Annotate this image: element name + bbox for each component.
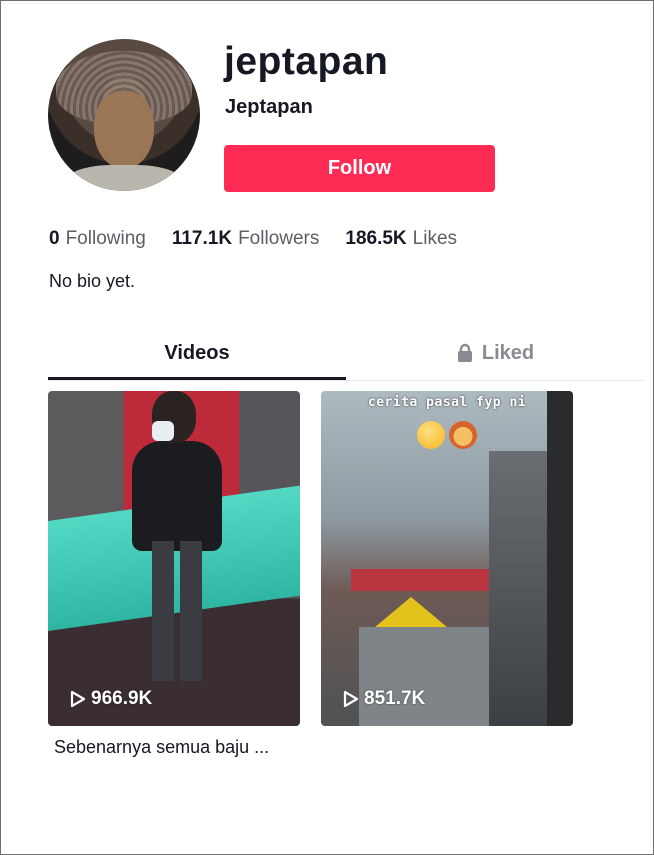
dizzy-face-emoji <box>417 421 445 449</box>
person-jacket <box>132 441 222 551</box>
stat-likes-value: 186.5K <box>345 228 407 249</box>
video-card[interactable]: 966.9K <box>48 391 300 726</box>
person-legs <box>152 541 202 681</box>
view-count: 966.9K <box>70 688 152 710</box>
person-mask <box>152 421 174 441</box>
view-count-value: 851.7K <box>364 688 426 709</box>
play-icon <box>343 690 359 708</box>
emoji-row <box>417 421 477 449</box>
lock-icon <box>457 343 472 362</box>
stat-followers-label: Followers <box>238 228 320 249</box>
username: jeptapan <box>224 40 389 83</box>
stat-following-value: 0 <box>49 228 60 249</box>
follow-button[interactable]: Follow <box>224 145 495 192</box>
avatar-shirt <box>66 165 182 191</box>
thumbnail-building-low <box>359 627 489 726</box>
stat-likes: 186.5K Likes <box>345 228 457 250</box>
thumbnail-triangle <box>375 597 447 627</box>
thumbnail-building <box>489 451 549 726</box>
stat-following-label: Following <box>65 228 146 249</box>
profile-tabs: Videos Liked <box>48 334 644 381</box>
profile-stats: 0 Following 117.1K Followers 186.5K Like… <box>49 228 457 250</box>
video-overlay-text: cerita pasal fyp ni <box>367 395 527 410</box>
nickname: Jeptapan <box>225 96 313 118</box>
avatar-face <box>94 91 154 169</box>
video-thumbnail-person <box>126 391 222 691</box>
tab-liked-label: Liked <box>481 342 535 364</box>
tab-liked[interactable]: Liked <box>346 334 644 380</box>
thumbnail-roof <box>351 569 491 591</box>
bio-text: No bio yet. <box>49 271 136 291</box>
tab-videos[interactable]: Videos <box>48 334 346 380</box>
stat-likes-label: Likes <box>412 228 458 249</box>
stat-followers-value: 117.1K <box>171 228 233 249</box>
avatar[interactable] <box>48 39 200 191</box>
video-card[interactable]: cerita pasal fyp ni 851.7K <box>321 391 573 726</box>
stat-followers[interactable]: 117.1K Followers <box>172 228 320 250</box>
thumbnail-window-edge <box>547 391 573 726</box>
view-count: 851.7K <box>343 688 425 710</box>
lion-emoji <box>449 421 477 449</box>
video-caption[interactable]: Sebenarnya semua baju ... <box>54 737 269 758</box>
tab-videos-label: Videos <box>164 342 230 364</box>
play-icon <box>70 690 86 708</box>
stat-following[interactable]: 0 Following <box>49 228 146 250</box>
view-count-value: 966.9K <box>91 688 153 709</box>
